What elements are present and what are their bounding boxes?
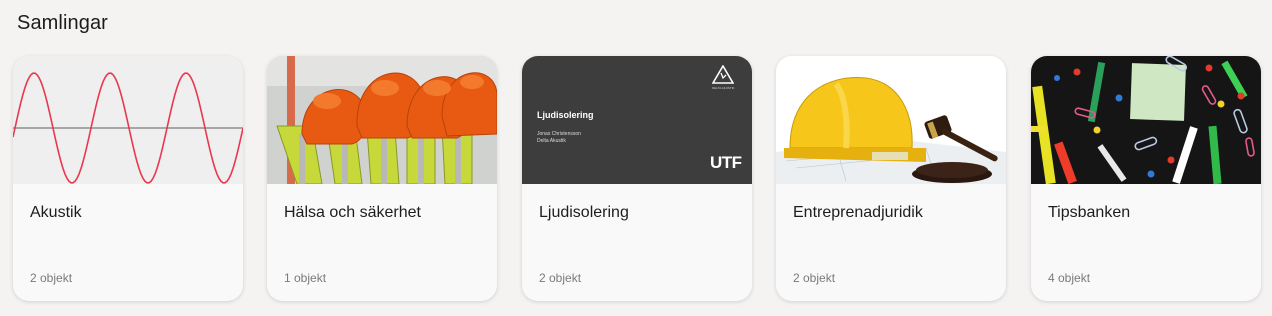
collection-title: Hälsa och säkerhet — [284, 204, 421, 221]
collection-count: 2 objekt — [793, 271, 836, 285]
collection-thumbnail — [13, 56, 243, 184]
collection-count: 4 objekt — [1048, 271, 1091, 285]
slide-title: Ljudisolering — [537, 110, 594, 120]
collection-title: Akustik — [30, 204, 82, 221]
collection-count: 1 objekt — [284, 271, 327, 285]
collection-thumbnail — [776, 56, 1006, 184]
collection-card-entreprenadjuridik[interactable]: Entreprenadjuridik 2 objekt — [776, 56, 1006, 301]
hard-hat-and-gavel-image — [776, 56, 1006, 184]
collection-title: Tipsbanken — [1048, 204, 1131, 221]
collection-card-tipsbanken[interactable]: Tipsbanken 4 objekt — [1031, 56, 1261, 301]
slide-brand-logo: UTF — [710, 153, 742, 172]
sine-wave-image — [13, 56, 243, 184]
collection-count: 2 objekt — [539, 271, 582, 285]
collection-card-ljudisolering[interactable]: DELTA AKUSTIK Ljudisolering Jonas Christ… — [522, 56, 752, 301]
slide-company: Delta Akustik — [537, 138, 566, 144]
collection-thumbnail — [267, 56, 497, 184]
collections-page: Samlingar Akustik 2 objekt Hälsa och säk… — [0, 0, 1272, 316]
collection-card-akustik[interactable]: Akustik 2 objekt — [13, 56, 243, 301]
hard-hats-image — [267, 56, 497, 184]
delta-logo-icon — [712, 65, 734, 84]
collection-thumbnail: DELTA AKUSTIK Ljudisolering Jonas Christ… — [522, 56, 752, 184]
slide-author: Jonas Christensson — [537, 131, 581, 137]
section-title: Samlingar — [17, 12, 108, 34]
office-supplies-image — [1031, 56, 1261, 184]
collection-thumbnail — [1031, 56, 1261, 184]
collection-title: Ljudisolering — [539, 204, 629, 221]
slide-logo-text: DELTA AKUSTIK — [712, 86, 735, 90]
collection-title: Entreprenadjuridik — [793, 204, 923, 221]
collection-count: 2 objekt — [30, 271, 73, 285]
collection-card-halsa-och-sakerhet[interactable]: Hälsa och säkerhet 1 objekt — [267, 56, 497, 301]
